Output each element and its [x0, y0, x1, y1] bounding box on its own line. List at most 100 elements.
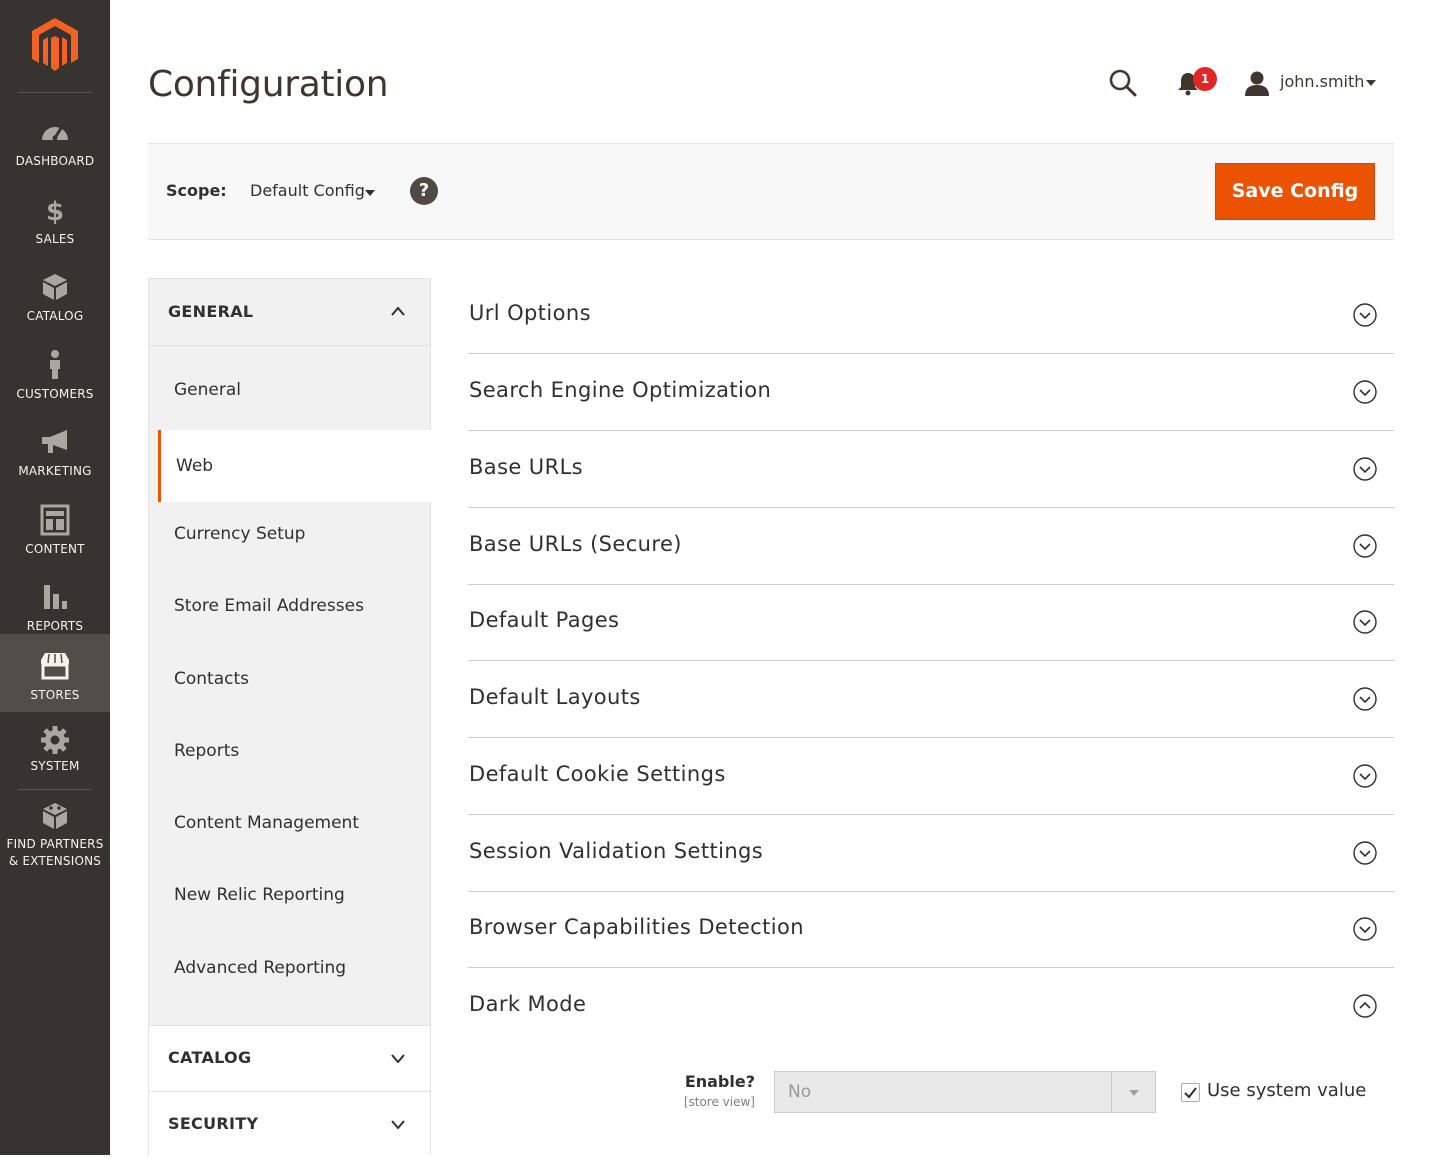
storefront-icon — [41, 653, 69, 680]
nav-label: STORES — [30, 688, 80, 702]
tab-group-general[interactable]: GENERAL — [149, 279, 430, 346]
section-browser-capabilities-detection[interactable]: Browser Capabilities Detection — [468, 891, 1394, 968]
section-url-options[interactable]: Url Options — [468, 277, 1394, 354]
tab-item-store-email-addresses[interactable]: Store Email Addresses — [149, 570, 430, 642]
layout-icon — [40, 504, 70, 536]
magento-logo-icon[interactable] — [31, 18, 79, 72]
tab-group-catalog[interactable]: CATALOG — [149, 1025, 430, 1092]
tab-item-label: Content Management — [174, 813, 359, 833]
section-dark-mode[interactable]: Dark Mode — [468, 968, 1394, 1045]
nav-item-find-partners[interactable]: FIND PARTNERS & EXTENSIONS — [0, 800, 110, 880]
section-title: Dark Mode — [469, 992, 587, 1016]
nav-divider — [18, 92, 92, 93]
section-title: Default Pages — [469, 608, 620, 632]
bar-chart-icon — [44, 585, 67, 609]
page-title: Configuration — [148, 64, 389, 105]
save-config-button[interactable]: Save Config — [1215, 163, 1375, 220]
scope-bar: Scope: Default Config ? Save Config — [148, 143, 1394, 240]
dark-mode-enable-label: Enable? — [684, 1072, 755, 1091]
tab-item-label: Store Email Addresses — [174, 596, 364, 616]
section-title: Base URLs (Secure) — [469, 532, 682, 556]
tab-item-label: Currency Setup — [174, 524, 306, 544]
tab-item-label: Reports — [174, 741, 240, 761]
dollar-icon: $ — [46, 197, 64, 226]
use-system-value-checkbox[interactable] — [1181, 1083, 1200, 1102]
section-default-cookie-settings[interactable]: Default Cookie Settings — [468, 738, 1394, 815]
expand-circle-icon — [1353, 303, 1377, 327]
section-default-pages[interactable]: Default Pages — [468, 584, 1394, 661]
nav-label: SALES — [35, 232, 75, 246]
nav-label: DASHBOARD — [15, 154, 95, 168]
search-icon[interactable] — [1108, 68, 1138, 98]
user-menu[interactable]: john.smith — [1280, 72, 1364, 91]
svg-text:$: $ — [46, 197, 64, 226]
tab-group-title: CATALOG — [168, 1048, 252, 1067]
section-base-urls[interactable]: Base URLs — [468, 431, 1394, 508]
gear-icon — [41, 726, 69, 754]
scope-switcher[interactable]: Default Config — [250, 181, 365, 200]
use-system-value-label[interactable]: Use system value — [1207, 1080, 1366, 1101]
nav-item-system[interactable]: SYSTEM — [0, 724, 110, 802]
tab-item-label: Web — [176, 456, 214, 476]
nav-item-stores[interactable]: STORES — [0, 634, 110, 712]
tab-item-advanced-reporting[interactable]: Advanced Reporting — [149, 932, 430, 1004]
expand-circle-icon — [1353, 841, 1377, 865]
section-search-engine-optimization[interactable]: Search Engine Optimization — [468, 354, 1394, 431]
expand-circle-icon — [1353, 764, 1377, 788]
nav-item-catalog[interactable]: CATALOG — [0, 259, 110, 337]
expand-circle-icon — [1353, 610, 1377, 634]
chevron-down-icon[interactable] — [365, 190, 375, 196]
select-value: No — [788, 1082, 812, 1102]
expand-circle-icon — [1353, 534, 1377, 558]
tab-item-reports[interactable]: Reports — [149, 715, 430, 787]
tab-item-general[interactable]: General — [149, 354, 430, 426]
nav-label: CATALOG — [26, 309, 84, 323]
nav-item-sales[interactable]: $ SALES — [0, 182, 110, 260]
config-tabs: GENERAL General Web Currency Setup Store… — [148, 278, 432, 1159]
tab-item-label: General — [174, 380, 241, 400]
tab-item-label: New Relic Reporting — [174, 885, 345, 905]
tab-item-content-management[interactable]: Content Management — [149, 787, 430, 859]
tab-group-security[interactable]: SECURITY — [149, 1092, 430, 1159]
nav-label-line: FIND PARTNERS — [6, 837, 104, 851]
expand-circle-icon — [1353, 687, 1377, 711]
box-icon — [43, 274, 67, 300]
section-base-urls-secure[interactable]: Base URLs (Secure) — [468, 508, 1394, 585]
tab-group-title: SECURITY — [168, 1114, 259, 1133]
section-session-validation-settings[interactable]: Session Validation Settings — [468, 815, 1394, 892]
nav-label: SYSTEM — [30, 759, 80, 773]
expand-circle-icon — [1353, 457, 1377, 481]
field-scope-label: [store view] — [683, 1095, 755, 1109]
chevron-down-icon — [391, 1120, 405, 1130]
section-title: Session Validation Settings — [469, 839, 764, 863]
tab-item-new-relic-reporting[interactable]: New Relic Reporting — [149, 859, 430, 931]
chevron-up-icon — [391, 306, 405, 316]
expand-circle-icon — [1353, 380, 1377, 404]
tab-item-label: Contacts — [174, 669, 249, 689]
nav-item-dashboard[interactable]: DASHBOARD — [0, 104, 110, 182]
nav-item-content[interactable]: CONTENT — [0, 492, 110, 570]
user-icon[interactable] — [1243, 70, 1271, 96]
section-title: Default Cookie Settings — [469, 762, 726, 786]
admin-sidebar: DASHBOARD $ SALES CATALOG CUSTOMERS MARK… — [0, 0, 110, 1155]
checkmark-icon — [1184, 1087, 1197, 1099]
section-title: Browser Capabilities Detection — [469, 915, 804, 939]
chevron-down-icon[interactable] — [1366, 80, 1376, 86]
nav-item-marketing[interactable]: MARKETING — [0, 414, 110, 492]
nav-label-partners: FIND PARTNERS & EXTENSIONS — [0, 836, 110, 870]
nav-item-customers[interactable]: CUSTOMERS — [0, 337, 110, 415]
notification-badge[interactable]: 1 — [1193, 67, 1217, 91]
section-default-layouts[interactable]: Default Layouts — [468, 661, 1394, 738]
help-icon[interactable]: ? — [410, 177, 438, 205]
tab-items-general: General Web Currency Setup Store Email A… — [149, 346, 432, 1025]
tab-item-currency-setup[interactable]: Currency Setup — [149, 498, 430, 570]
scope-label: Scope: — [166, 181, 227, 200]
chevron-down-icon — [391, 1054, 405, 1064]
tab-group-title: GENERAL — [168, 302, 254, 321]
chevron-down-icon — [1129, 1090, 1139, 1096]
nav-label: REPORTS — [26, 619, 84, 633]
tab-item-label: Advanced Reporting — [174, 958, 347, 978]
tab-item-web[interactable]: Web — [158, 430, 432, 502]
section-title: Url Options — [469, 301, 591, 325]
tab-item-contacts[interactable]: Contacts — [149, 643, 430, 715]
